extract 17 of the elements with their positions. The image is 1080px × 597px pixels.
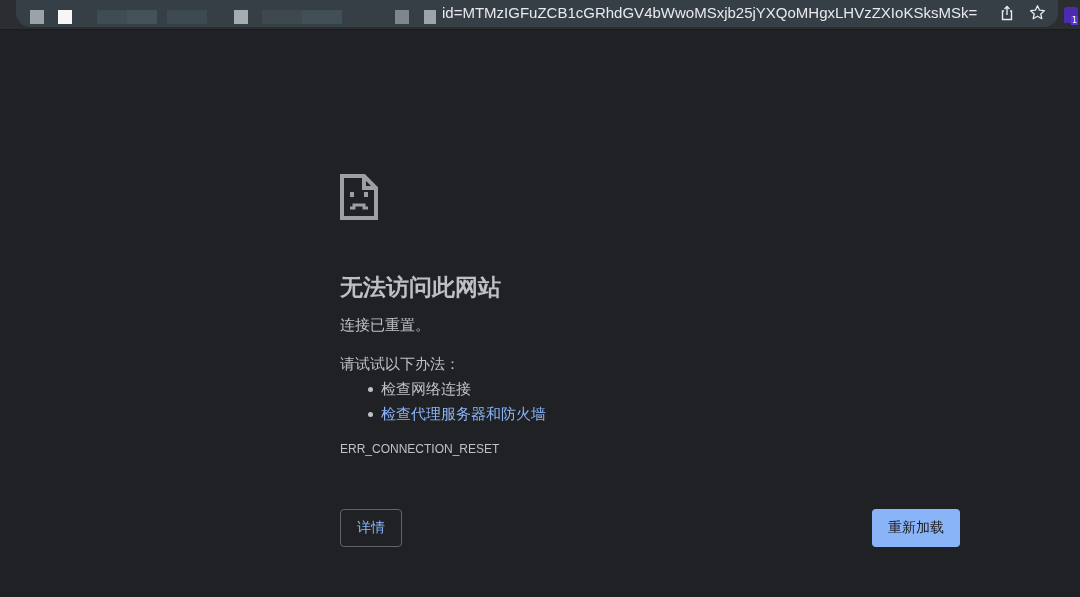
error-title: 无法访问此网站	[340, 273, 502, 302]
suggestion-link[interactable]: 检查代理服务器和防火墙	[381, 405, 546, 424]
star-icon[interactable]	[1029, 4, 1046, 21]
error-code: ERR_CONNECTION_RESET	[340, 442, 501, 456]
address-bar[interactable]: id=MTMzIGFuZCB1cGRhdGV4bWwoMSxjb25jYXQoMHgxLHVzZXIoKSksMSk=	[16, 0, 1058, 27]
share-icon[interactable]	[999, 4, 1015, 21]
error-message: 连接已重置。	[340, 315, 431, 336]
reload-button[interactable]: 重新加载	[872, 509, 960, 547]
extension-icon[interactable]: 1	[1064, 6, 1078, 23]
bullet-icon	[368, 387, 373, 392]
suggestions-heading: 请试试以下办法：	[340, 354, 461, 375]
details-button[interactable]: 详情	[340, 509, 402, 547]
bullet-icon	[368, 412, 373, 417]
extension-badge: 1	[1070, 15, 1078, 25]
suggestion-text: 检查网络连接	[381, 380, 471, 399]
url-text: id=MTMzIGFuZCB1cGRhdGV4bWwoMSxjb25jYXQoMHgxLHVzZXIoKSksMSk=	[442, 4, 979, 21]
sad-page-icon	[340, 174, 378, 220]
